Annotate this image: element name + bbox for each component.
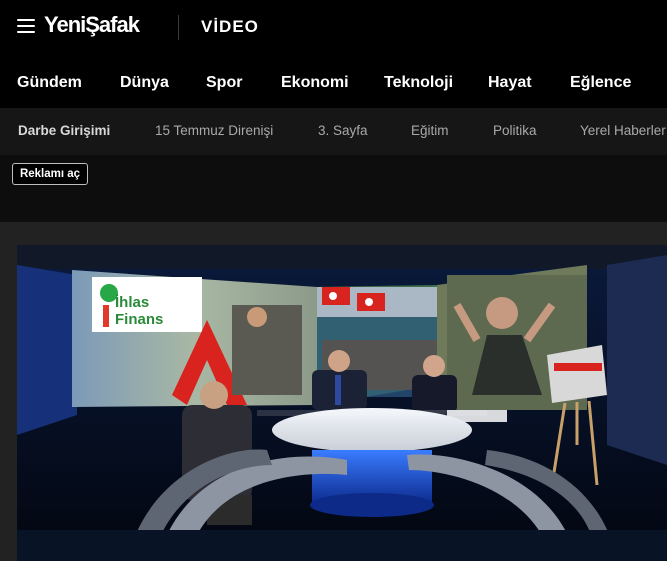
- main-nav-item-teknoloji[interactable]: Teknoloji: [384, 74, 453, 92]
- ad-band: [0, 155, 667, 222]
- sub-nav-item-darbe-girisimi[interactable]: Darbe Girişimi: [18, 123, 110, 138]
- header-divider: [178, 15, 179, 40]
- sub-nav-item-egitim[interactable]: Eğitim: [411, 123, 449, 138]
- main-nav-item-gundem[interactable]: Gündem: [17, 74, 82, 92]
- sub-nav-item-3-sayfa[interactable]: 3. Sayfa: [318, 123, 368, 138]
- menu-icon[interactable]: [17, 19, 35, 33]
- open-ad-button[interactable]: Reklamı aç: [12, 163, 88, 185]
- main-nav-item-dunya[interactable]: Dünya: [120, 74, 169, 92]
- sub-nav-item-yerel-haberler[interactable]: Yerel Haberler: [580, 123, 666, 138]
- main-nav-item-ekonomi[interactable]: Ekonomi: [281, 74, 349, 92]
- sub-nav: Darbe Girişimi 15 Temmuz Direnişi 3. Say…: [0, 108, 667, 155]
- main-nav-item-spor[interactable]: Spor: [206, 74, 242, 92]
- video-frame: İhlas Finans: [17, 245, 667, 561]
- video-player[interactable]: İhlas Finans: [17, 245, 667, 561]
- main-nav-item-eglence[interactable]: Eğlence: [570, 74, 631, 92]
- site-logo[interactable]: YeniŞafak: [44, 12, 140, 38]
- main-nav-item-hayat[interactable]: Hayat: [488, 74, 532, 92]
- svg-text:Finans: Finans: [115, 311, 163, 328]
- svg-text:İhlas: İhlas: [115, 294, 149, 311]
- sub-nav-item-15-temmuz[interactable]: 15 Temmuz Direnişi: [155, 123, 273, 138]
- top-bar: YeniŞafak VİDEO: [0, 0, 667, 56]
- main-nav: Gündem Dünya Spor Ekonomi Teknoloji Haya…: [0, 56, 667, 108]
- sub-nav-item-politika[interactable]: Politika: [493, 123, 537, 138]
- section-title[interactable]: VİDEO: [201, 17, 259, 37]
- screen-left-ad: İhlas Finans: [72, 270, 317, 407]
